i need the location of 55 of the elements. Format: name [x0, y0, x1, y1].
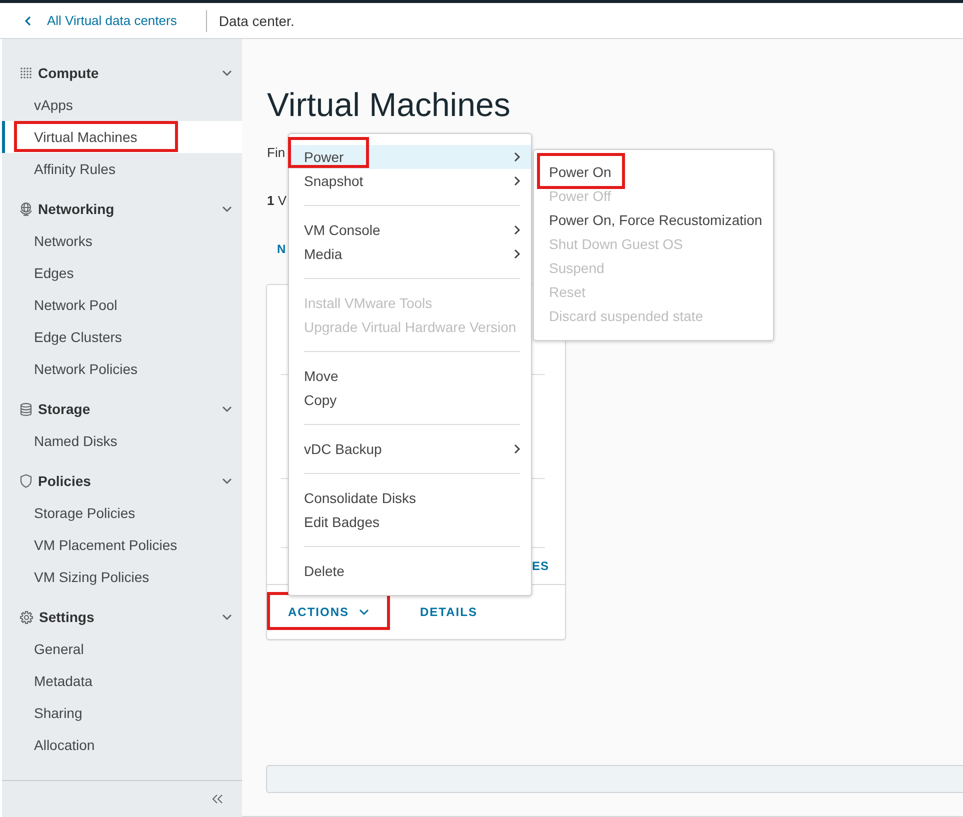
- card-link[interactable]: ES: [532, 558, 549, 574]
- sidebar-group-header[interactable]: Settings: [2, 601, 242, 633]
- chevron-right-icon: [514, 225, 520, 235]
- sidebar-item[interactable]: Edges: [2, 257, 242, 289]
- sidebar-item[interactable]: vApps: [2, 89, 242, 121]
- double-chevron-left-icon[interactable]: [212, 794, 223, 804]
- sidebar-item[interactable]: General: [2, 633, 242, 665]
- sidebar-item[interactable]: Allocation: [2, 729, 242, 761]
- sidebar-item[interactable]: VM Sizing Policies: [2, 561, 242, 593]
- chevron-down-icon: [359, 609, 369, 615]
- dots-grid-icon: [20, 67, 32, 79]
- sidebar-item[interactable]: Sharing: [2, 697, 242, 729]
- menu-item[interactable]: Delete: [289, 559, 531, 583]
- sidebar-item[interactable]: Network Pool: [2, 289, 242, 321]
- sidebar-group-header[interactable]: Storage: [2, 393, 242, 425]
- card-action-button[interactable]: DETAILS: [408, 594, 490, 630]
- sidebar-item[interactable]: Metadata: [2, 665, 242, 697]
- sidebar-group-header[interactable]: Compute: [2, 57, 242, 89]
- menu-item[interactable]: Consolidate Disks: [289, 486, 531, 510]
- chevron-right-icon: [514, 152, 520, 162]
- chevron-right-icon: [514, 176, 520, 186]
- page-title: Virtual Machines: [267, 85, 510, 125]
- sidebar-item[interactable]: Storage Policies: [2, 497, 242, 529]
- sidebar-item[interactable]: Edge Clusters: [2, 321, 242, 353]
- breadcrumb-title: Data center.: [218, 12, 294, 28]
- chevron-right-icon: [514, 444, 520, 454]
- settings-icon: [20, 610, 33, 624]
- menu-item[interactable]: Move: [289, 364, 531, 388]
- sidebar-item[interactable]: VM Placement Policies: [2, 529, 242, 561]
- sidebar-item[interactable]: Affinity Rules: [2, 153, 242, 185]
- chevron-right-icon: [514, 249, 520, 259]
- menu-item[interactable]: vDC Backup: [289, 437, 531, 461]
- sidebar-group-header[interactable]: Policies: [2, 465, 242, 497]
- menu-item[interactable]: Snapshot: [289, 169, 531, 193]
- menu-item[interactable]: Edit Badges: [289, 510, 531, 534]
- menu-item[interactable]: Copy: [289, 388, 531, 412]
- menu-item[interactable]: Power On, Force Recustomization: [534, 208, 773, 232]
- menu-item[interactable]: Power On: [534, 160, 773, 184]
- globe-icon: [20, 202, 32, 216]
- sidebar-item[interactable]: Virtual Machines: [2, 121, 242, 153]
- menu-item[interactable]: VM Console: [289, 218, 531, 242]
- actions-dropdown-button[interactable]: ACTIONS: [276, 594, 381, 630]
- sidebar-group-header[interactable]: Networking: [2, 193, 242, 225]
- sidebar-item[interactable]: Networks: [2, 225, 242, 257]
- sidebar-item[interactable]: Named Disks: [2, 425, 242, 457]
- back-link[interactable]: All Virtual data centers: [25, 12, 177, 28]
- chevron-left-icon: [25, 16, 31, 26]
- vm-count: 1 V: [267, 192, 287, 210]
- sidebar-item[interactable]: Network Policies: [2, 353, 242, 385]
- shield-icon: [20, 474, 32, 488]
- toolbar-button[interactable]: N: [277, 240, 286, 258]
- filter-label: Fin: [267, 144, 286, 162]
- database-icon: [20, 402, 32, 416]
- menu-item[interactable]: Media: [289, 242, 531, 266]
- menu-item[interactable]: Power: [289, 145, 531, 169]
